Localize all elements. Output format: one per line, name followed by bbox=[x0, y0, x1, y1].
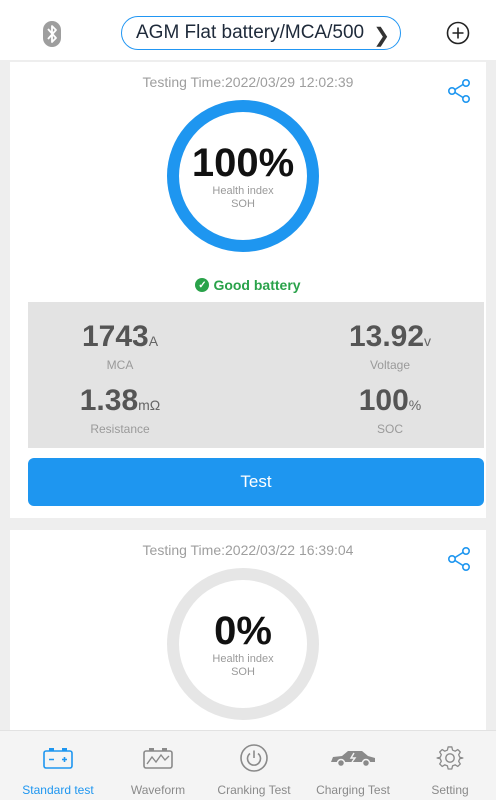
bluetooth-icon[interactable] bbox=[42, 20, 62, 48]
resistance-value: 1.38 bbox=[79, 384, 139, 417]
bottom-nav: Standard test Waveform Cranking Test Cha… bbox=[0, 730, 496, 800]
soc-metric: 100% SOC bbox=[320, 384, 460, 436]
voltage-label: Voltage bbox=[369, 358, 411, 372]
voltage-value: 13.92 bbox=[348, 320, 425, 353]
resistance-metric: 1.38mΩ Resistance bbox=[50, 384, 190, 436]
nav-label: Charging Test bbox=[316, 783, 390, 797]
voltage-unit: v bbox=[424, 333, 432, 349]
nav-waveform[interactable]: Waveform bbox=[110, 743, 206, 797]
battery-preset-label: AGM Flat battery/MCA/500 bbox=[136, 22, 365, 43]
power-icon bbox=[240, 744, 268, 772]
top-bar: AGM Flat battery/MCA/500 ❯ bbox=[0, 0, 496, 60]
mca-metric: 1743A MCA bbox=[50, 320, 190, 372]
nav-cranking-test[interactable]: Cranking Test bbox=[206, 743, 302, 797]
soc-unit: % bbox=[408, 397, 422, 413]
health-percent: 100% bbox=[191, 141, 295, 185]
health-index-label: Health index bbox=[212, 185, 274, 197]
battery-status: ✓ Good battery bbox=[10, 277, 486, 293]
nav-label: Cranking Test bbox=[217, 783, 291, 797]
current-result-card: Testing Time:2022/03/29 12:02:39 100% He… bbox=[10, 62, 486, 518]
mca-label: MCA bbox=[106, 358, 134, 372]
soc-label: SOC bbox=[376, 422, 403, 436]
battery-icon bbox=[43, 748, 73, 769]
nav-charging-test[interactable]: Charging Test bbox=[305, 743, 401, 797]
previous-health-index-label: Health index bbox=[212, 653, 274, 665]
gear-icon bbox=[436, 746, 464, 770]
battery-preset-selector[interactable]: AGM Flat battery/MCA/500 ❯ bbox=[121, 16, 401, 50]
voltage-metric: 13.92v Voltage bbox=[320, 320, 460, 372]
previous-health-gauge: 0% Health index SOH bbox=[165, 566, 321, 722]
previous-testing-time: Testing Time:2022/03/22 16:39:04 bbox=[142, 542, 354, 558]
nav-label: Standard test bbox=[22, 783, 94, 797]
metrics-panel: 1743A MCA 13.92v Voltage 1.38mΩ Resistan… bbox=[28, 302, 484, 448]
share-icon[interactable] bbox=[446, 78, 472, 104]
resistance-label: Resistance bbox=[90, 422, 150, 436]
battery-status-text: Good battery bbox=[213, 277, 301, 293]
nav-setting[interactable]: Setting bbox=[402, 743, 496, 797]
soc-value: 100 bbox=[358, 384, 409, 417]
nav-label: Setting bbox=[431, 783, 469, 797]
testing-time: Testing Time:2022/03/29 12:02:39 bbox=[142, 74, 354, 90]
test-button[interactable]: Test bbox=[28, 458, 484, 506]
waveform-icon bbox=[143, 748, 173, 769]
nav-standard-test[interactable]: Standard test bbox=[10, 743, 106, 797]
previous-result-card: Testing Time:2022/03/22 16:39:04 0% Heal… bbox=[10, 530, 486, 730]
resistance-unit: mΩ bbox=[138, 397, 161, 413]
mca-value: 1743 bbox=[81, 320, 149, 353]
chevron-right-icon: ❯ bbox=[373, 25, 390, 47]
soh-label: SOH bbox=[231, 198, 255, 210]
mca-unit: A bbox=[148, 333, 159, 349]
car-charging-icon bbox=[331, 751, 375, 768]
previous-soh-label: SOH bbox=[231, 666, 255, 678]
nav-label: Waveform bbox=[130, 783, 186, 797]
previous-health-percent: 0% bbox=[214, 609, 272, 653]
add-icon[interactable] bbox=[446, 21, 470, 45]
check-circle-icon: ✓ bbox=[195, 278, 210, 292]
health-gauge: 100% Health index SOH bbox=[165, 98, 321, 254]
share-icon[interactable] bbox=[446, 546, 472, 572]
